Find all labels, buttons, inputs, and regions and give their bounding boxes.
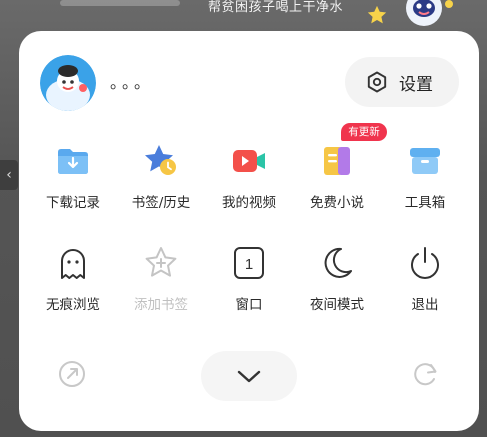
banner-text: 帮贫困孩子喝上干净水 (208, 0, 344, 15)
top-banner[interactable]: 帮贫困孩子喝上干净水 (0, 0, 487, 30)
settings-label: 设置 (399, 74, 433, 95)
menu-item-windows[interactable]: 1 窗口 (205, 245, 293, 325)
update-badge: 有更新 (341, 123, 387, 141)
menu-item-label: 无痕浏览 (46, 297, 100, 313)
menu-item-label: 我的视频 (222, 195, 276, 211)
toolbox-icon (410, 148, 440, 174)
window-count: 1 (245, 256, 253, 273)
hexagon-settings-icon (367, 71, 387, 93)
settings-button[interactable]: 设置 (345, 57, 459, 107)
star-clock-icon (145, 145, 176, 175)
share-icon[interactable] (57, 359, 87, 389)
collapse-button[interactable] (201, 351, 297, 401)
menu-item-bookmarks-history[interactable]: 书签/历史 (117, 143, 205, 223)
menu-item-label: 添加书签 (134, 297, 188, 313)
menu-item-incognito[interactable]: 无痕浏览 (29, 245, 117, 325)
menu-item-free-novels[interactable]: 免费小说 (293, 143, 381, 223)
download-folder-icon (58, 149, 88, 174)
refresh-icon[interactable] (411, 359, 441, 389)
menu-item-label: 窗口 (235, 297, 263, 313)
menu-item-toolbox[interactable]: 工具箱 (381, 143, 469, 223)
mascot-icon (406, 0, 453, 26)
banner-faded-text (60, 0, 180, 6)
power-icon (411, 247, 439, 279)
moon-icon (324, 247, 352, 278)
video-camera-icon (233, 150, 265, 172)
add-star-icon (145, 247, 177, 277)
star-icon (367, 5, 387, 24)
novel-book-icon (324, 147, 350, 175)
menu-item-label: 下载记录 (46, 195, 100, 211)
menu-item-label: 免费小说 (310, 195, 364, 211)
chevron-down-icon (237, 370, 261, 383)
window-count-icon: 1 (234, 247, 264, 279)
menu-item-add-bookmark[interactable]: 添加书签 (117, 245, 205, 325)
menu-item-label: 工具箱 (404, 195, 446, 211)
menu-item-my-videos[interactable]: 我的视频 (205, 143, 293, 223)
menu-item-night-mode[interactable]: 夜间模式 (293, 245, 381, 325)
avatar[interactable] (40, 55, 96, 111)
username[interactable]: 。。。 (110, 71, 154, 95)
menu-item-label: 退出 (411, 297, 439, 313)
menu-item-label: 夜间模式 (310, 297, 364, 313)
screen-background: 帮贫困孩子喝上干净水 ‹ 。。。 设置 下载记录 书签/历史 我的视频 免费小说… (0, 0, 487, 437)
side-back-arrow[interactable]: ‹ (0, 160, 18, 190)
menu-item-downloads[interactable]: 下载记录 (29, 143, 117, 223)
menu-item-label: 书签/历史 (131, 195, 191, 211)
menu-panel: 。。。 设置 下载记录 书签/历史 我的视频 免费小说 工具箱 有更新 无痕浏览… (19, 31, 479, 431)
ghost-icon (61, 249, 85, 279)
avatar-icon (40, 55, 96, 111)
menu-item-exit[interactable]: 退出 (381, 245, 469, 325)
